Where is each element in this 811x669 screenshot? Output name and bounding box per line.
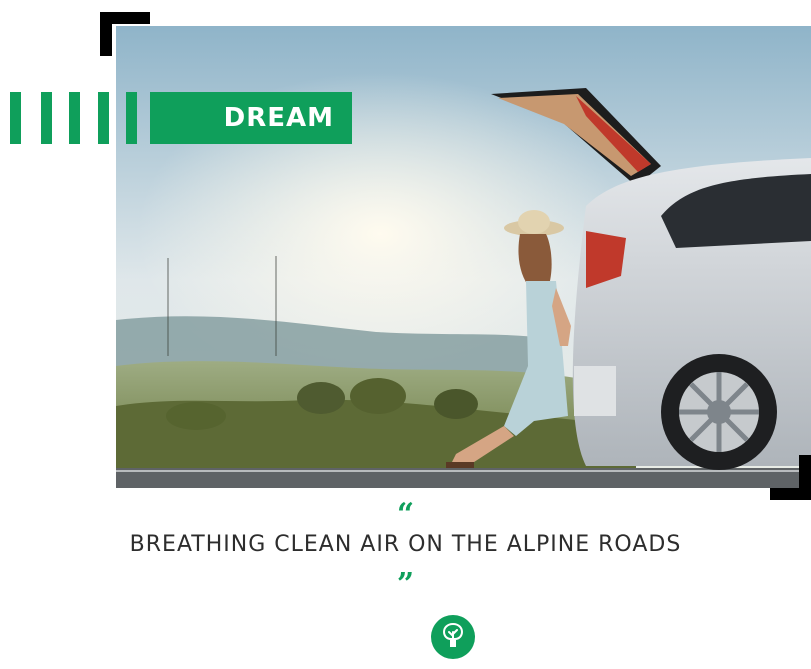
tree-badge (431, 615, 475, 659)
quote-headline: BREATHING CLEAN AIR ON THE ALPINE ROADS (129, 532, 682, 557)
tree-icon (440, 621, 466, 653)
frame-corner-top-left-vertical (100, 12, 112, 56)
close-quote-mark: ” (396, 567, 415, 602)
dream-tag: DREAM (150, 92, 352, 144)
decor-stripe (69, 92, 80, 144)
decor-stripe (98, 92, 109, 144)
decor-stripe (10, 92, 21, 144)
decor-stripe (41, 92, 52, 144)
decor-stripe (126, 92, 137, 144)
frame-corner-bottom-right-vertical (799, 455, 811, 500)
open-quote-mark: “ (396, 497, 415, 532)
